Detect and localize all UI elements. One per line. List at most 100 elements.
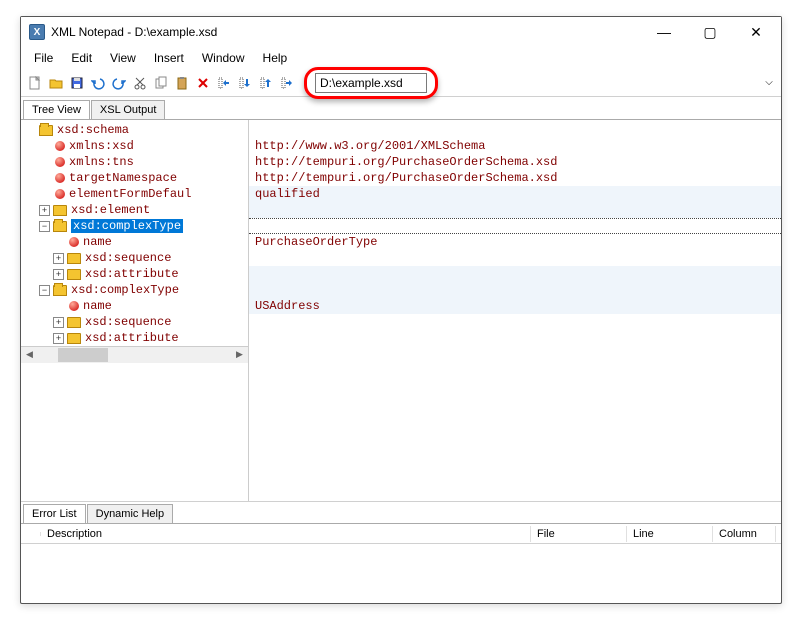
node-label[interactable]: name <box>83 299 112 313</box>
node-label[interactable]: targetNamespace <box>69 171 177 185</box>
top-tabs: Tree View XSL Output <box>21 97 781 119</box>
address-input[interactable] <box>315 73 427 93</box>
tree-row[interactable]: + xsd:element <box>21 202 248 218</box>
window-controls: — ▢ ✕ <box>641 17 779 47</box>
titlebar: XML Notepad - D:\example.xsd — ▢ ✕ <box>21 17 781 47</box>
expand-icon[interactable]: + <box>53 253 64 264</box>
save-icon[interactable] <box>67 73 87 93</box>
value-row[interactable] <box>249 282 781 298</box>
node-label[interactable]: elementFormDefaul <box>69 187 191 201</box>
node-label[interactable]: xmlns:tns <box>69 155 134 169</box>
error-list-panel: Description File Line Column <box>21 523 781 603</box>
tree-row[interactable]: xmlns:xsd <box>21 138 248 154</box>
node-label[interactable]: name <box>83 235 112 249</box>
new-icon[interactable] <box>25 73 45 93</box>
tab-tree-view[interactable]: Tree View <box>23 100 90 120</box>
paste-icon[interactable] <box>172 73 192 93</box>
menu-view[interactable]: View <box>101 48 145 68</box>
node-label[interactable]: xmlns:xsd <box>69 139 134 153</box>
indent-icon[interactable] <box>277 73 297 93</box>
col-index[interactable] <box>21 532 41 536</box>
open-icon[interactable] <box>46 73 66 93</box>
value-pane[interactable]: http://www.w3.org/2001/XMLSchemahttp://t… <box>249 120 781 501</box>
expand-icon[interactable]: + <box>53 333 64 344</box>
col-description[interactable]: Description <box>41 526 531 542</box>
attribute-icon <box>55 157 65 167</box>
expand-icon[interactable]: + <box>39 205 50 216</box>
undo-icon[interactable] <box>88 73 108 93</box>
tree-row[interactable]: − xsd:complexType <box>21 218 248 234</box>
tab-error-list[interactable]: Error List <box>23 504 86 524</box>
tree-row[interactable]: + xsd:attribute <box>21 330 248 346</box>
tree-pane[interactable]: xsd:schema xmlns:xsd xmlns:tns targetNamesp… <box>21 120 249 501</box>
menu-file[interactable]: File <box>25 48 62 68</box>
node-label[interactable]: xsd:sequence <box>85 251 171 265</box>
node-label[interactable]: xsd:schema <box>57 123 129 137</box>
tree-row[interactable]: + xsd:sequence <box>21 250 248 266</box>
value-row[interactable] <box>249 314 781 330</box>
main-panel: xsd:schema xmlns:xsd xmlns:tns targetNamesp… <box>21 119 781 501</box>
redo-icon[interactable] <box>109 73 129 93</box>
value-row[interactable] <box>249 202 781 218</box>
folder-icon <box>53 285 67 296</box>
col-line[interactable]: Line <box>627 526 713 542</box>
tree-row[interactable]: name <box>21 234 248 250</box>
value-row[interactable]: http://tempuri.org/PurchaseOrderSchema.x… <box>249 154 781 170</box>
move-up-icon[interactable] <box>256 73 276 93</box>
value-row[interactable]: USAddress <box>249 298 781 314</box>
value-row[interactable]: http://www.w3.org/2001/XMLSchema <box>249 138 781 154</box>
node-label[interactable]: xsd:attribute <box>85 331 179 345</box>
node-label[interactable]: xsd:sequence <box>85 315 171 329</box>
tree-row[interactable]: + xsd:sequence <box>21 314 248 330</box>
cut-icon[interactable] <box>130 73 150 93</box>
value-row[interactable] <box>249 250 781 266</box>
node-label[interactable]: xsd:complexType <box>71 219 183 233</box>
maximize-button[interactable]: ▢ <box>687 17 733 47</box>
collapse-icon[interactable]: − <box>39 285 50 296</box>
attribute-icon <box>55 173 65 183</box>
menu-help[interactable]: Help <box>254 48 297 68</box>
tree-row[interactable]: xsd:schema <box>21 122 248 138</box>
value-row[interactable] <box>249 122 781 138</box>
col-column[interactable]: Column <box>713 526 776 542</box>
attribute-icon <box>69 301 79 311</box>
app-icon <box>29 24 45 40</box>
value-row[interactable]: PurchaseOrderType <box>249 234 781 250</box>
collapse-icon[interactable]: − <box>39 221 50 232</box>
delete-icon[interactable] <box>193 73 213 93</box>
address-dropdown-icon[interactable]: ⌵ <box>761 77 777 88</box>
tree-row[interactable]: − xsd:complexType <box>21 282 248 298</box>
tree-row[interactable]: xmlns:tns <box>21 154 248 170</box>
value-row[interactable] <box>249 330 781 346</box>
tree-row[interactable]: + xsd:attribute <box>21 266 248 282</box>
value-row[interactable]: http://tempuri.org/PurchaseOrderSchema.x… <box>249 170 781 186</box>
bottom-tabs: Error List Dynamic Help <box>21 501 781 523</box>
tree-hscrollbar[interactable]: ◀ ▶ <box>21 346 248 363</box>
menu-insert[interactable]: Insert <box>145 48 193 68</box>
scroll-left-icon[interactable]: ◀ <box>21 347 38 364</box>
node-label[interactable]: xsd:element <box>71 203 150 217</box>
expand-icon[interactable]: + <box>53 269 64 280</box>
tree-row[interactable]: elementFormDefaul <box>21 186 248 202</box>
value-row[interactable]: qualified <box>249 186 781 202</box>
tree-row[interactable]: targetNamespace <box>21 170 248 186</box>
app-window: XML Notepad - D:\example.xsd — ▢ ✕ File … <box>20 16 782 604</box>
minimize-button[interactable]: — <box>641 17 687 47</box>
menu-window[interactable]: Window <box>193 48 254 68</box>
tab-dynamic-help[interactable]: Dynamic Help <box>87 504 173 523</box>
tree-row[interactable]: name <box>21 298 248 314</box>
copy-icon[interactable] <box>151 73 171 93</box>
node-label[interactable]: xsd:complexType <box>71 283 179 297</box>
tab-xsl-output[interactable]: XSL Output <box>91 100 165 119</box>
col-file[interactable]: File <box>531 526 627 542</box>
node-label[interactable]: xsd:attribute <box>85 267 179 281</box>
value-row[interactable] <box>249 218 781 234</box>
close-button[interactable]: ✕ <box>733 17 779 47</box>
expand-icon[interactable]: + <box>53 317 64 328</box>
outdent-icon[interactable] <box>214 73 234 93</box>
value-row[interactable] <box>249 266 781 282</box>
folder-icon <box>67 317 81 328</box>
menu-edit[interactable]: Edit <box>62 48 101 68</box>
move-down-icon[interactable] <box>235 73 255 93</box>
scroll-right-icon[interactable]: ▶ <box>231 347 248 364</box>
